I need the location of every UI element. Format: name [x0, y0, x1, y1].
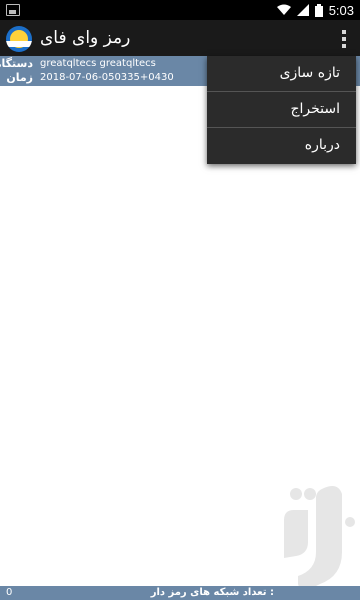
menu-item-about[interactable]: درباره [207, 128, 356, 164]
network-count: 0 [6, 587, 13, 598]
time-value: 2018-07-06-050335+0430 [40, 72, 174, 83]
menu-item-extract[interactable]: استخراج [207, 92, 356, 128]
bottom-status-bar: 0 تعداد شبکه های رمز دار : [0, 586, 360, 600]
status-bar: 5:03 [0, 0, 360, 20]
clock: 5:03 [328, 2, 354, 18]
store-logo-watermark [284, 486, 355, 591]
app-title: رمز وای فای [40, 28, 131, 48]
more-vert-icon[interactable] [342, 30, 346, 48]
menu-item-refresh[interactable]: تازه سازی [207, 56, 356, 92]
overflow-menu: تازه سازی استخراج درباره [207, 56, 356, 164]
network-count-label: تعداد شبکه های رمز دار : [150, 587, 274, 598]
signal-icon [296, 4, 309, 16]
image-icon [6, 4, 20, 16]
time-label: زمان [6, 71, 33, 84]
device-value: greatqltecs greatqltecs [40, 58, 156, 69]
menu-item-label: تازه سازی [279, 65, 340, 81]
action-bar: رمز وای فای [0, 20, 360, 56]
wifi-icon [276, 4, 291, 15]
menu-item-label: درباره [304, 137, 340, 153]
menu-item-label: استخراج [290, 101, 340, 117]
wifi-logo-icon[interactable] [6, 26, 32, 52]
battery-icon [314, 3, 323, 17]
device-label: دستگاه [0, 57, 33, 70]
